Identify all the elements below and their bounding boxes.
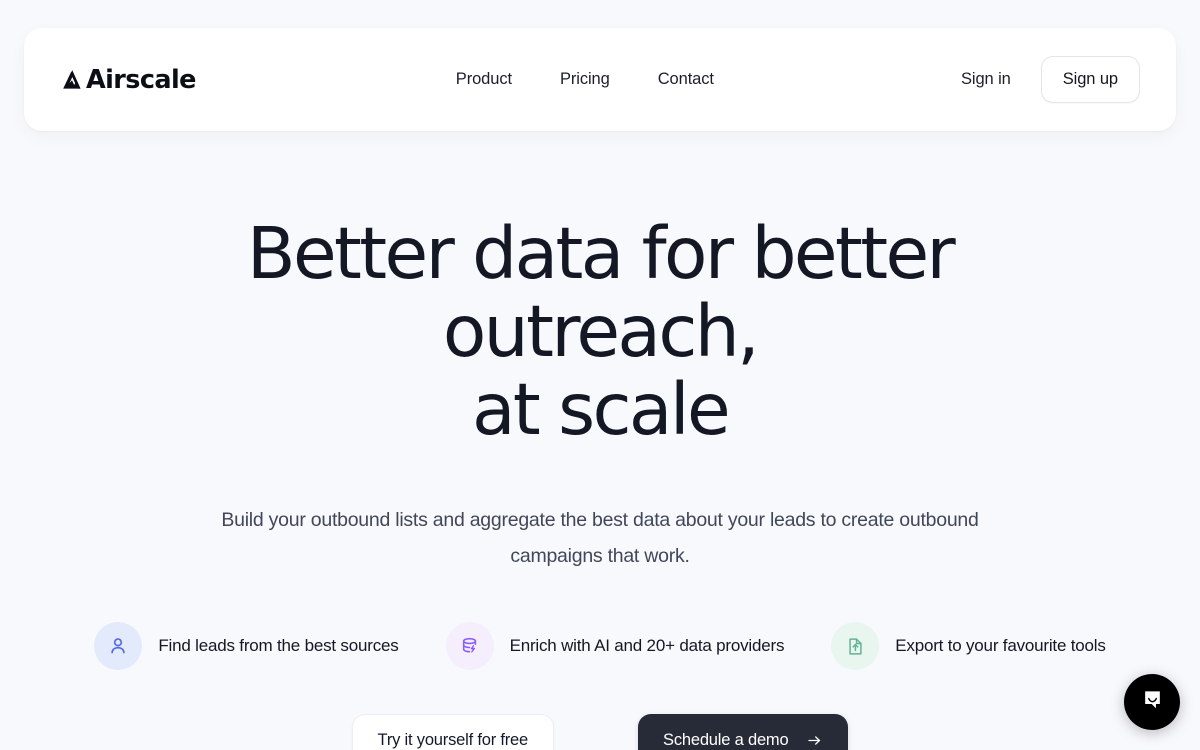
feature-label-enrich: Enrich with AI and 20+ data providers xyxy=(509,636,785,655)
nav-link-contact[interactable]: Contact xyxy=(658,70,714,89)
chat-launcher-button[interactable] xyxy=(1124,674,1180,730)
feature-item-find-leads: Find leads from the best sources xyxy=(94,622,399,670)
chat-bubble-smile-icon xyxy=(1139,686,1166,718)
page-title: Better data for better outreach, at scal… xyxy=(100,215,1100,449)
try-it-free-button[interactable]: Try it yourself for free xyxy=(351,714,555,750)
schedule-demo-button[interactable]: Schedule a demo xyxy=(638,714,849,750)
nav-link-product[interactable]: Product xyxy=(456,70,512,89)
site-header: Airscale Product Pricing Contact Sign in… xyxy=(24,28,1176,131)
hero-section: Better data for better outreach, at scal… xyxy=(0,131,1200,750)
schedule-demo-label: Schedule a demo xyxy=(663,731,789,749)
feature-item-enrich: Enrich with AI and 20+ data providers xyxy=(445,622,785,670)
brand-name: Airscale xyxy=(86,64,196,95)
hero-subheadline: Build your outbound lists and aggregate … xyxy=(200,502,1000,574)
feature-label-export: Export to your favourite tools xyxy=(895,636,1106,655)
arrow-right-icon xyxy=(806,732,823,749)
brand-logo[interactable]: Airscale xyxy=(60,67,196,93)
primary-nav: Product Pricing Contact xyxy=(456,70,714,89)
nav-link-pricing[interactable]: Pricing xyxy=(560,70,610,89)
airscale-a-mark-icon xyxy=(60,67,86,93)
sign-in-link[interactable]: Sign in xyxy=(961,70,1011,89)
headline-line-1: Better data for better outreach, xyxy=(246,212,956,373)
sign-up-button[interactable]: Sign up xyxy=(1040,56,1140,103)
file-upload-icon xyxy=(831,622,880,670)
feature-item-export: Export to your favourite tools xyxy=(831,622,1106,670)
cta-row: Try it yourself for free Schedule a demo xyxy=(351,714,849,750)
header-actions: Sign in Sign up xyxy=(961,56,1140,103)
feature-label-find-leads: Find leads from the best sources xyxy=(158,636,399,655)
user-icon xyxy=(94,622,143,670)
subhead-line-1: Build your outbound lists and aggregate … xyxy=(221,509,895,531)
headline-line-2: at scale xyxy=(471,368,731,451)
feature-list: Find leads from the best sources Enrich … xyxy=(94,622,1106,670)
database-bolt-icon xyxy=(445,622,494,670)
